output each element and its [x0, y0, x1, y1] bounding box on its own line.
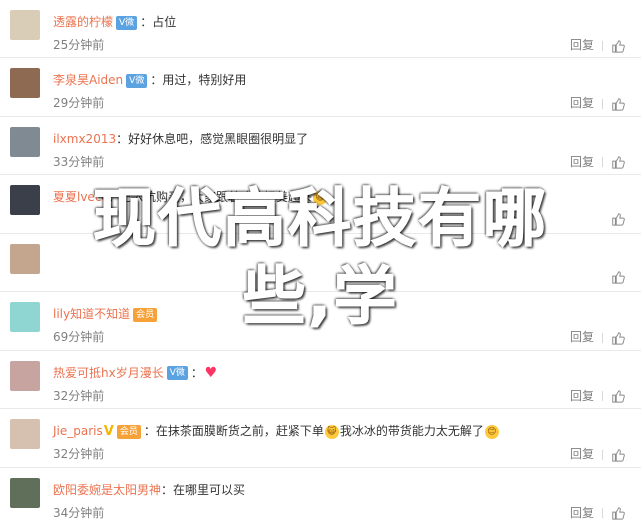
avatar[interactable] — [10, 68, 40, 98]
comment-list: 透露的柠檬 V微 ：占位 25分钟前 回复 李泉昊Aiden V微 ：用过，特别好用 2… — [0, 0, 641, 525]
comment-actions — [611, 211, 625, 226]
comment-item — [0, 234, 641, 292]
comment-line: lily知道不知道 会员 — [53, 305, 160, 323]
username[interactable]: 夏夏lvecc — [53, 190, 108, 204]
timestamp: 25分钟前 — [53, 38, 105, 52]
comment-text: 占位 — [152, 15, 177, 29]
reply-button[interactable]: 回复 — [570, 506, 594, 520]
divider — [602, 40, 603, 51]
timestamp: 69分钟前 — [53, 330, 105, 344]
reply-button[interactable]: 回复 — [570, 389, 594, 403]
divider — [602, 98, 603, 109]
thumbs-up-icon[interactable] — [611, 448, 625, 462]
avatar[interactable] — [10, 302, 40, 332]
thumbs-up-icon[interactable] — [611, 155, 625, 169]
reply-button[interactable]: 回复 — [570, 155, 594, 169]
comment-line: Jie_parisV 会员 ：在抹茶面膜断货之前，赶紧下单 😺 我冰冰的带货能力太无解了… — [53, 422, 500, 441]
comment-actions: 回复 — [570, 387, 625, 404]
comment-actions: 回复 — [570, 328, 625, 345]
username[interactable]: 热爱可抵hx岁月漫长 — [53, 366, 164, 380]
comment-actions: 回复 — [570, 94, 625, 111]
heart-emoji-icon: ♥ — [204, 365, 218, 381]
avatar[interactable] — [10, 126, 40, 157]
username[interactable]: ilxmx2013 — [53, 132, 116, 146]
timestamp: 33分钟前 — [53, 154, 105, 169]
divider — [602, 449, 603, 460]
comment-line: 欧阳委婉是太阳男神：在哪里可以买 — [53, 482, 246, 497]
avatar[interactable] — [10, 185, 40, 215]
username[interactable]: lily知道不知道 — [53, 307, 130, 321]
timestamp: 32分钟前 — [53, 447, 105, 461]
comment-item: lily知道不知道 会员 69分钟前 回复 — [0, 292, 641, 351]
comment-text: 在哪里可以买 — [173, 482, 246, 497]
comment-item: 透露的柠檬 V微 ：占位 25分钟前 回复 — [0, 0, 641, 58]
reply-button[interactable]: 回复 — [570, 447, 594, 461]
cat-emoji-icon: 😺 — [324, 424, 339, 439]
vip-badge: V微 — [126, 73, 148, 88]
member-badge: 会员 — [133, 307, 158, 322]
username[interactable]: 李泉昊Aiden — [53, 73, 123, 87]
comment-actions: 回复 — [570, 504, 625, 521]
comment-actions — [611, 270, 625, 285]
avatar[interactable] — [10, 477, 40, 508]
comment-item: 李泉昊Aiden V微 ：用过，特别好用 29分钟前 回复 — [0, 58, 641, 117]
laughing-emoji-icon: 😆 — [313, 190, 328, 205]
timestamp: 29分钟前 — [53, 96, 105, 110]
username[interactable]: 透露的柠檬 — [53, 15, 113, 29]
comment-line: 夏夏lvecc：已入坑购买，大家跟着冰冰姐美起来 😆 — [53, 188, 328, 206]
timestamp: 34分钟前 — [53, 505, 105, 520]
thumbs-up-icon[interactable] — [611, 97, 625, 111]
comment-text: 好好休息吧，感觉黑眼圈很明显了 — [128, 131, 309, 146]
comment-item: 欧阳委婉是太阳男神：在哪里可以买 34分钟前 回复 — [0, 468, 641, 526]
divider — [602, 332, 603, 343]
comment-line: ilxmx2013：好好休息吧，感觉黑眼圈很明显了 — [53, 131, 309, 146]
vip-badge: V微 — [166, 366, 188, 380]
avatar[interactable] — [10, 10, 40, 40]
vip-badge: V微 — [116, 15, 138, 30]
timestamp: 32分钟前 — [53, 388, 105, 403]
verified-v-icon: V — [103, 423, 114, 439]
comment-item: 夏夏lvecc：已入坑购买，大家跟着冰冰姐美起来 😆 — [0, 175, 641, 234]
comment-item: Jie_parisV 会员 ：在抹茶面膜断货之前，赶紧下单 😺 我冰冰的带货能力太无解了… — [0, 409, 641, 468]
comment-item: ilxmx2013：好好休息吧，感觉黑眼圈很明显了 33分钟前 回复 — [0, 117, 641, 175]
thumbs-up-icon[interactable] — [611, 506, 625, 520]
comment-text-continued: 我冰冰的带货能力太无解了 — [339, 424, 484, 438]
member-badge: 会员 — [116, 424, 141, 439]
reply-button[interactable]: 回复 — [570, 330, 594, 344]
comment-actions: 回复 — [570, 445, 625, 462]
comment-text: 在抹茶面膜断货之前，赶紧下单 — [155, 424, 324, 438]
thumbs-up-icon[interactable] — [611, 270, 625, 284]
thumbs-up-icon[interactable] — [611, 389, 625, 403]
comment-actions: 回复 — [570, 153, 625, 170]
divider — [602, 508, 603, 518]
comment-line: 透露的柠檬 V微 ：占位 — [53, 15, 177, 30]
reply-button[interactable]: 回复 — [570, 96, 594, 110]
avatar[interactable] — [10, 243, 40, 274]
thumbs-up-icon[interactable] — [611, 39, 625, 53]
comment-line: 热爱可抵hx岁月漫长 V微： ♥ — [53, 365, 218, 381]
divider — [602, 157, 603, 167]
thumbs-up-icon[interactable] — [611, 331, 625, 345]
comment-text: 用过，特别好用 — [162, 73, 247, 87]
comment-line: 李泉昊Aiden V微 ：用过，特别好用 — [53, 73, 247, 88]
reply-button[interactable]: 回复 — [570, 38, 594, 52]
comment-actions: 回复 — [570, 36, 625, 53]
username[interactable]: 欧阳委婉是太阳男神 — [53, 483, 161, 497]
thumbs-up-icon[interactable] — [611, 212, 625, 226]
avatar[interactable] — [10, 419, 40, 449]
smile-emoji-icon: 😊 — [484, 424, 499, 439]
username[interactable]: Jie_paris — [53, 424, 103, 438]
avatar[interactable] — [10, 360, 40, 391]
divider — [602, 391, 603, 401]
comment-text: 已入坑购买，大家跟着冰冰姐美起来 — [120, 190, 313, 204]
comment-item: 热爱可抵hx岁月漫长 V微： ♥ 32分钟前 回复 — [0, 351, 641, 409]
